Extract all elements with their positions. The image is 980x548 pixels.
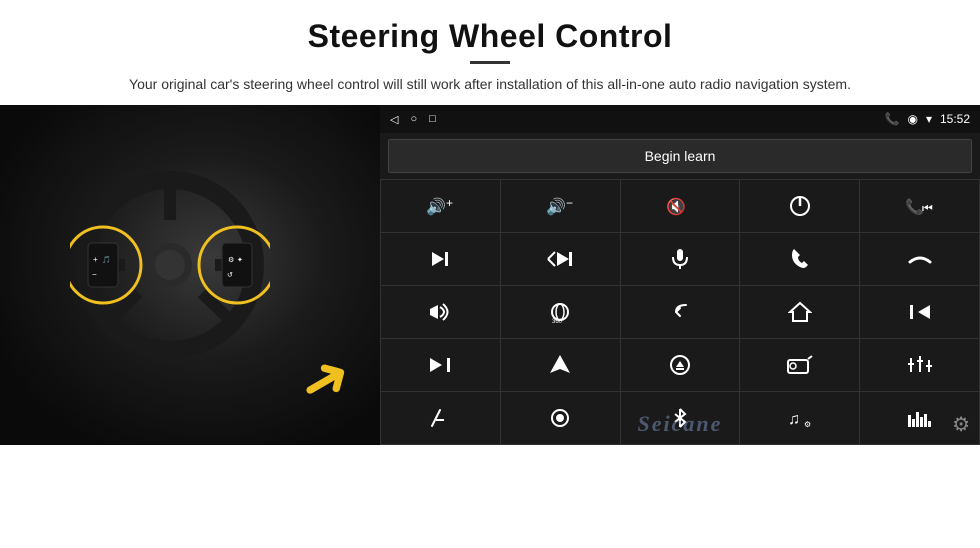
page-title: Steering Wheel Control — [60, 18, 920, 55]
vol-up-button[interactable]: 🔊+ — [381, 180, 500, 232]
svg-text:⏮: ⏮ — [922, 201, 933, 215]
eject-button[interactable] — [621, 339, 740, 391]
skip-button[interactable] — [381, 339, 500, 391]
statusbar-right: 📞 ◉ ▾ 15:52 — [885, 112, 971, 126]
svg-text:🎵: 🎵 — [102, 255, 111, 264]
gear-icon[interactable]: ⚙ — [952, 412, 970, 437]
steering-wheel-svg: + − 🎵 ⚙ ↺ ✦ — [70, 165, 270, 365]
header-section: Steering Wheel Control Your original car… — [0, 0, 980, 105]
page-wrapper: Steering Wheel Control Your original car… — [0, 0, 980, 548]
svg-text:⚙: ⚙ — [228, 256, 234, 264]
svg-text:🔇: 🔇 — [666, 197, 686, 216]
phone-prev-button[interactable]: 📞⏮ — [860, 180, 979, 232]
title-divider — [470, 61, 510, 64]
android-panel-wrapper: ◁ ○ □ 📞 ◉ ▾ 15:52 Begin learn — [380, 105, 980, 445]
mic2-button[interactable] — [381, 392, 500, 444]
fast-forward-button[interactable] — [501, 233, 620, 285]
next-button[interactable] — [381, 233, 500, 285]
phone-icon: 📞 — [885, 112, 900, 126]
svg-text:+: + — [446, 196, 453, 210]
nav-home-icon[interactable]: ○ — [410, 113, 417, 125]
mute-button[interactable]: 🔇 — [621, 180, 740, 232]
svg-text:360°: 360° — [552, 319, 565, 323]
bluetooth-button[interactable] — [621, 392, 740, 444]
subtitle-text: Your original car's steering wheel contr… — [110, 74, 870, 95]
svg-text:+: + — [93, 255, 98, 264]
dot-button[interactable] — [501, 392, 620, 444]
svg-text:↺: ↺ — [227, 272, 233, 279]
time-display: 15:52 — [940, 112, 970, 126]
hangup-button[interactable] — [860, 233, 979, 285]
nav-square-icon[interactable]: □ — [429, 113, 436, 125]
svg-text:♫: ♫ — [788, 411, 800, 428]
mic-button[interactable] — [621, 233, 740, 285]
svg-text:−: − — [92, 270, 97, 279]
android-panel: ◁ ○ □ 📞 ◉ ▾ 15:52 Begin learn — [380, 105, 980, 445]
wifi-icon: ▾ — [926, 112, 932, 126]
prev-track-button[interactable] — [860, 286, 979, 338]
camera-360-button[interactable]: 360° — [501, 286, 620, 338]
svg-text:🔊: 🔊 — [546, 197, 566, 216]
begin-learn-button[interactable]: Begin learn — [388, 139, 972, 173]
svg-text:⚙: ⚙ — [804, 420, 811, 429]
begin-learn-row: Begin learn — [380, 133, 980, 179]
eq-button[interactable] — [860, 339, 979, 391]
vol-down-button[interactable]: 🔊− — [501, 180, 620, 232]
back-button[interactable] — [621, 286, 740, 338]
radio-button[interactable] — [740, 339, 859, 391]
nav-back-icon[interactable]: ◁ — [390, 113, 398, 126]
statusbar-left: ◁ ○ □ — [390, 113, 436, 126]
content-area: + − 🎵 ⚙ ↺ ✦ ➜ ◁ — [0, 105, 980, 548]
call-button[interactable] — [740, 233, 859, 285]
statusbar: ◁ ○ □ 📞 ◉ ▾ 15:52 — [380, 105, 980, 133]
car-image: + − 🎵 ⚙ ↺ ✦ ➜ — [0, 105, 380, 445]
location-icon: ◉ — [907, 112, 917, 126]
svg-text:🔊: 🔊 — [426, 197, 446, 216]
power-button[interactable] — [740, 180, 859, 232]
horn-button[interactable] — [381, 286, 500, 338]
music-button[interactable]: ♫⚙ — [740, 392, 859, 444]
navigate-button[interactable] — [501, 339, 620, 391]
controls-grid: 🔊+ 🔊− 🔇 📞⏮ — [380, 179, 980, 445]
svg-text:✦: ✦ — [237, 256, 243, 264]
svg-text:−: − — [566, 196, 573, 210]
home-button[interactable] — [740, 286, 859, 338]
